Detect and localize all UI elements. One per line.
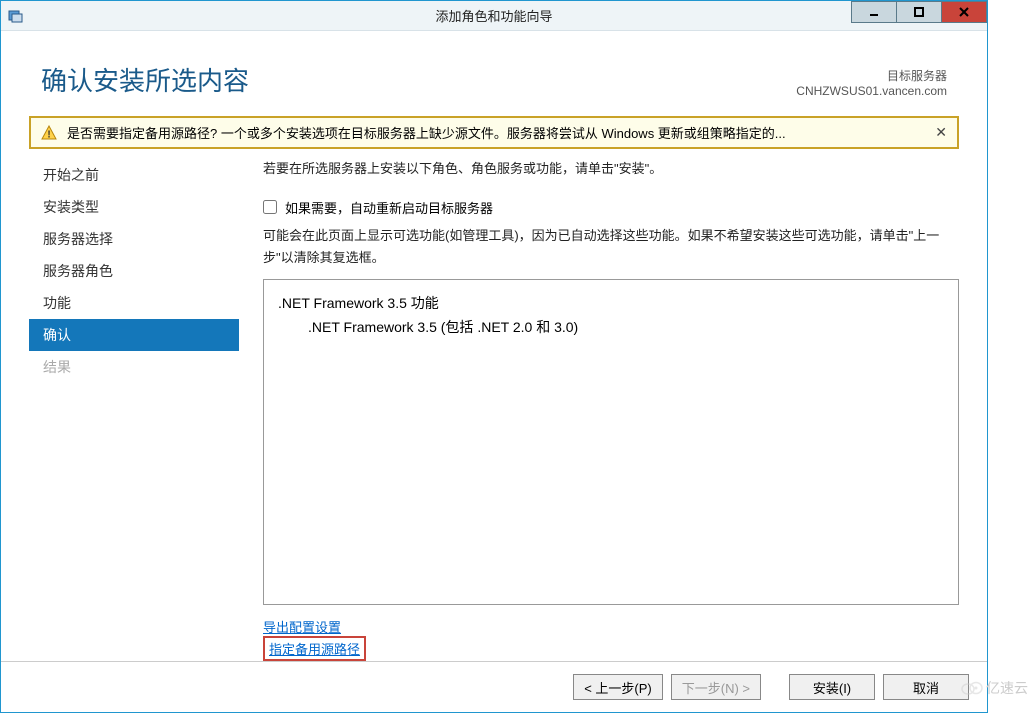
instruction-text: 若要在所选服务器上安装以下角色、角色服务或功能，请单击"安装"。 xyxy=(263,159,959,180)
warning-bar: ! 是否需要指定备用源路径? 一个或多个安装选项在目标服务器上缺少源文件。服务器… xyxy=(29,116,959,149)
feature-list: .NET Framework 3.5 功能 .NET Framework 3.5… xyxy=(263,279,959,605)
svg-text:!: ! xyxy=(47,129,50,140)
sidebar-item-server-roles[interactable]: 服务器角色 xyxy=(29,255,239,287)
button-bar: < 上一步(P) 下一步(N) > 安装(I) 取消 xyxy=(1,661,987,712)
watermark-text: 亿速云 xyxy=(986,678,1028,698)
sidebar-item-installation-type[interactable]: 安装类型 xyxy=(29,191,239,223)
warning-close-icon[interactable]: ✕ xyxy=(935,124,947,141)
cancel-button[interactable]: 取消 xyxy=(883,674,969,700)
sidebar: 开始之前 安装类型 服务器选择 服务器角色 功能 确认 结果 xyxy=(29,159,239,661)
app-icon xyxy=(7,7,25,25)
feature-parent: .NET Framework 3.5 功能 xyxy=(278,292,944,316)
auto-restart-checkbox-row[interactable]: 如果需要，自动重新启动目标服务器 xyxy=(263,198,959,217)
minimize-button[interactable] xyxy=(851,1,897,23)
header: 确认安装所选内容 目标服务器 CNHZWSUS01.vancen.com xyxy=(1,31,987,116)
previous-button[interactable]: < 上一步(P) xyxy=(573,674,663,700)
specify-alternate-source-link[interactable]: 指定备用源路径 xyxy=(263,636,366,661)
sidebar-item-confirmation[interactable]: 确认 xyxy=(29,319,239,351)
warning-text: 是否需要指定备用源路径? 一个或多个安装选项在目标服务器上缺少源文件。服务器将尝… xyxy=(67,123,786,142)
window-title: 添加角色和功能向导 xyxy=(435,6,552,25)
wizard-window: 添加角色和功能向导 确认安装所选内容 目标服务器 CNHZWSUS01.vanc… xyxy=(0,0,988,713)
feature-child: .NET Framework 3.5 (包括 .NET 2.0 和 3.0) xyxy=(278,316,944,340)
auto-restart-checkbox[interactable] xyxy=(263,200,277,214)
warning-icon: ! xyxy=(41,125,57,141)
sidebar-item-server-selection[interactable]: 服务器选择 xyxy=(29,223,239,255)
install-button[interactable]: 安装(I) xyxy=(789,674,875,700)
links: 导出配置设置 指定备用源路径 xyxy=(263,617,959,661)
sidebar-item-before-you-begin[interactable]: 开始之前 xyxy=(29,159,239,191)
page-title: 确认安装所选内容 xyxy=(41,61,249,98)
next-button: 下一步(N) > xyxy=(671,674,761,700)
sidebar-item-features[interactable]: 功能 xyxy=(29,287,239,319)
body: 开始之前 安装类型 服务器选择 服务器角色 功能 确认 结果 若要在所选服务器上… xyxy=(1,159,987,661)
close-button[interactable] xyxy=(941,1,987,23)
maximize-button[interactable] xyxy=(896,1,942,23)
target-server-label: 目标服务器 xyxy=(796,67,947,84)
server-name: CNHZWSUS01.vancen.com xyxy=(796,84,947,98)
main-panel: 若要在所选服务器上安装以下角色、角色服务或功能，请单击"安装"。 如果需要，自动… xyxy=(239,159,959,661)
export-config-link[interactable]: 导出配置设置 xyxy=(263,617,341,636)
auto-restart-label: 如果需要，自动重新启动目标服务器 xyxy=(285,198,493,217)
description-text: 可能会在此页面上显示可选功能(如管理工具)，因为已自动选择这些功能。如果不希望安… xyxy=(263,225,959,269)
watermark: 亿速云 xyxy=(961,678,1028,698)
server-info: 目标服务器 CNHZWSUS01.vancen.com xyxy=(796,67,947,98)
content: 确认安装所选内容 目标服务器 CNHZWSUS01.vancen.com ! 是… xyxy=(1,31,987,712)
window-controls xyxy=(852,1,987,23)
sidebar-item-results: 结果 xyxy=(29,351,239,383)
titlebar: 添加角色和功能向导 xyxy=(1,1,987,31)
